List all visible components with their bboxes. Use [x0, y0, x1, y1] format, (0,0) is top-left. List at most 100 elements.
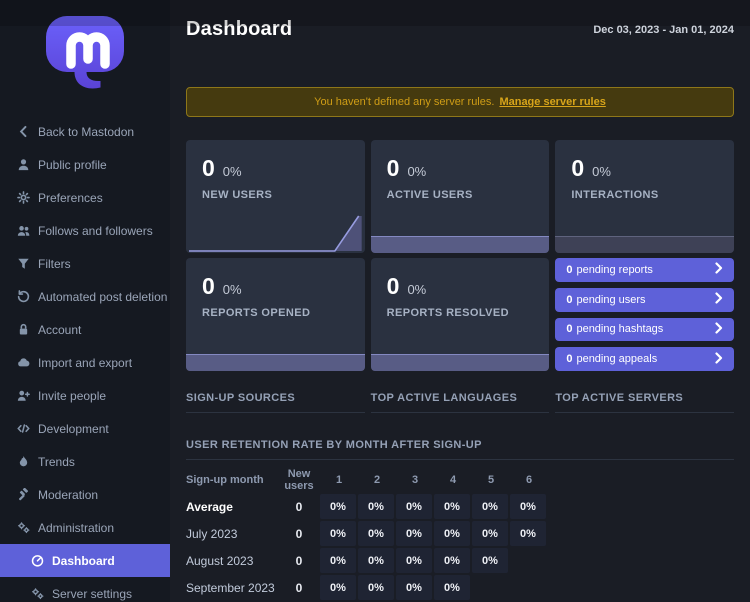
flame-icon	[17, 455, 30, 468]
lock-icon	[17, 323, 30, 336]
user-plus-icon	[17, 389, 30, 402]
bar-chart	[186, 354, 365, 371]
new-users-value: 0	[278, 500, 320, 514]
new-users-value: 0	[278, 581, 320, 595]
sidebar-item-label: Invite people	[38, 389, 106, 403]
retention-cell: 0%	[472, 548, 508, 573]
page-header: Dashboard Dec 03, 2023 - Jan 01, 2024	[186, 18, 734, 46]
retention-cell: 0%	[396, 548, 432, 573]
sidebar-item-filters[interactable]: Filters	[0, 247, 170, 280]
retention-cell: 0%	[434, 575, 470, 600]
row-label: July 2023	[186, 527, 278, 541]
cloud-icon	[17, 356, 30, 369]
sidebar-item-label: Moderation	[38, 488, 98, 502]
sidebar-item-administration[interactable]: Administration	[0, 511, 170, 544]
sidebar-item-label: Administration	[38, 521, 114, 535]
pending-actions: 0pending reports 0pending users 0pending…	[555, 258, 734, 371]
pending-appeals-button[interactable]: 0pending appeals	[555, 347, 734, 371]
retention-cell: 0%	[472, 521, 508, 546]
sidebar-item-label: Back to Mastodon	[38, 125, 134, 139]
sidebar-item-label: Import and export	[38, 356, 132, 370]
pending-count: 0	[566, 294, 572, 306]
gauge-icon	[31, 554, 44, 567]
column-header: New users	[278, 468, 320, 492]
sidebar-item-automated-post-deletion[interactable]: Automated post deletion	[0, 280, 170, 313]
pending-hashtags-button[interactable]: 0 pending hashtags	[555, 318, 734, 342]
pending-count: 0	[566, 353, 572, 365]
sidebar-item-label: Public profile	[38, 158, 107, 172]
chevron-right-icon	[715, 262, 723, 277]
sidebar-item-follows-and-followers[interactable]: Follows and followers	[0, 214, 170, 247]
sidebar-item-label: Dashboard	[52, 554, 115, 568]
retention-cell: 0%	[434, 548, 470, 573]
retention-cell: 0%	[510, 494, 546, 519]
column-header: 3	[396, 474, 434, 486]
stat-card-reports-resolved: 0 0% REPORTS RESOLVED	[371, 258, 550, 371]
stat-label: REPORTS OPENED	[202, 307, 349, 319]
sidebar-item-import-and-export[interactable]: Import and export	[0, 346, 170, 379]
retention-cell: 0%	[396, 521, 432, 546]
sidebar-nav: Back to Mastodon Public profile Preferen…	[0, 100, 170, 602]
pending-reports-button[interactable]: 0pending reports	[555, 258, 734, 282]
table-header-row: Sign-up month New users 1 2 3 4 5 6	[186, 466, 734, 493]
column-header: Sign-up month	[186, 474, 278, 486]
sidebar-item-moderation[interactable]: Moderation	[0, 478, 170, 511]
sidebar-item-label: Preferences	[38, 191, 103, 205]
bar-chart	[371, 236, 550, 253]
chevron-right-icon	[715, 322, 723, 337]
stat-percent: 0%	[223, 164, 242, 179]
column-header: 1	[320, 474, 358, 486]
section-headers: SIGN-UP SOURCES TOP ACTIVE LANGUAGES TOP…	[186, 392, 734, 413]
sidebar-item-account[interactable]: Account	[0, 313, 170, 346]
stat-value: 0	[387, 273, 400, 300]
gavel-icon	[17, 488, 30, 501]
retention-cell: 0%	[434, 521, 470, 546]
sidebar-item-invite-people[interactable]: Invite people	[0, 379, 170, 412]
new-users-value: 0	[278, 527, 320, 541]
retention-cell: 0%	[358, 494, 394, 519]
gear-icon	[17, 191, 30, 204]
signup-sources-header: SIGN-UP SOURCES	[186, 392, 365, 413]
sidebar-item-public-profile[interactable]: Public profile	[0, 148, 170, 181]
column-header: 2	[358, 474, 396, 486]
stat-label: NEW USERS	[202, 189, 349, 201]
code-icon	[17, 422, 30, 435]
history-icon	[17, 290, 30, 303]
row-label: Average	[186, 500, 278, 514]
retention-cell: 0%	[358, 575, 394, 600]
sidebar-item-label: Account	[38, 323, 81, 337]
server-rules-warning-banner: You haven't defined any server rules. Ma…	[186, 87, 734, 117]
stat-value: 0	[387, 155, 400, 182]
sidebar-item-back-to-mastodon[interactable]: Back to Mastodon	[0, 115, 170, 148]
retention-cell: 0%	[396, 494, 432, 519]
sidebar-item-dashboard[interactable]: Dashboard	[0, 544, 170, 577]
pending-users-button[interactable]: 0pending users	[555, 288, 734, 312]
retention-cell: 0%	[472, 494, 508, 519]
main-content: Dashboard Dec 03, 2023 - Jan 01, 2024 Yo…	[170, 0, 750, 602]
users-icon	[17, 224, 30, 237]
pending-count: 0	[566, 264, 572, 276]
sidebar-item-trends[interactable]: Trends	[0, 445, 170, 478]
pending-count: 0	[566, 323, 572, 335]
sidebar-item-development[interactable]: Development	[0, 412, 170, 445]
cogs-icon	[17, 521, 30, 534]
warning-text: You haven't defined any server rules.	[314, 96, 494, 108]
sidebar-item-label: Automated post deletion	[38, 290, 167, 304]
new-users-value: 0	[278, 554, 320, 568]
manage-server-rules-link[interactable]: Manage server rules	[499, 96, 605, 108]
table-row: August 2023 0 0% 0% 0% 0% 0%	[186, 547, 734, 574]
date-range: Dec 03, 2023 - Jan 01, 2024	[593, 24, 734, 36]
column-header: 4	[434, 474, 472, 486]
pending-label: pending hashtags	[576, 323, 663, 335]
sparkline-chart	[186, 211, 365, 253]
retention-cell: 0%	[320, 494, 356, 519]
filter-icon	[17, 257, 30, 270]
sidebar-item-preferences[interactable]: Preferences	[0, 181, 170, 214]
stat-label: REPORTS RESOLVED	[387, 307, 534, 319]
row-label: August 2023	[186, 554, 278, 568]
user-icon	[17, 158, 30, 171]
top-active-languages-header: TOP ACTIVE LANGUAGES	[371, 392, 550, 413]
stat-card-active-users: 0 0% ACTIVE USERS	[371, 140, 550, 253]
retention-cell: 0%	[320, 548, 356, 573]
sidebar-item-server-settings[interactable]: Server settings	[0, 577, 170, 602]
